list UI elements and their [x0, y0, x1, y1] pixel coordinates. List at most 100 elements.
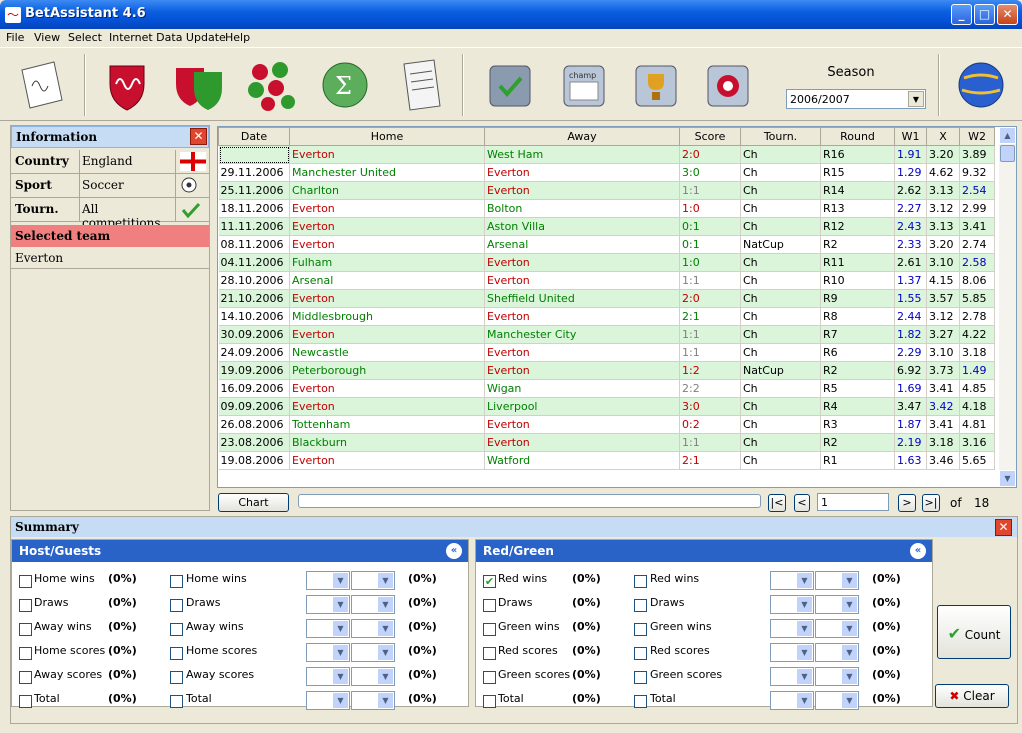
summary-checkbox[interactable]	[170, 623, 183, 636]
summary-checkbox[interactable]	[634, 599, 647, 612]
chevron-down-icon[interactable]: ▼	[333, 573, 348, 588]
summary-combo[interactable]: ▼	[306, 571, 350, 590]
summary-checkbox[interactable]	[170, 599, 183, 612]
chevron-down-icon[interactable]: ▼	[378, 573, 393, 588]
chevron-down-icon[interactable]: ▼	[378, 693, 393, 708]
red-green-shield-icon[interactable]	[170, 56, 228, 114]
column-header[interactable]: Tourn.	[740, 127, 821, 146]
prev-page-button[interactable]: <	[794, 494, 810, 512]
table-row[interactable]: 28.10.2006 Arsenal Everton 1:1 Ch R10 1.37 4.15…	[218, 271, 995, 290]
vertical-scrollbar[interactable]: ▲ ▼	[999, 127, 1016, 487]
summary-combo[interactable]: ▼	[770, 595, 814, 614]
table-row[interactable]: 24.09.2006 Newcastle Everton 1:1 Ch R6 2.29 3.1…	[218, 343, 995, 362]
summary-checkbox[interactable]	[634, 575, 647, 588]
chevron-down-icon[interactable]: ▼	[378, 621, 393, 636]
season-dropdown[interactable]: 2006/2007 ▼	[786, 89, 926, 109]
report-icon[interactable]	[394, 56, 452, 114]
chevron-down-icon[interactable]: ▼	[333, 645, 348, 660]
collapse-icon[interactable]: «	[446, 543, 462, 559]
table-row[interactable]: 25.11.2006 Charlton Everton 1:1 Ch R14 2.62 3.1…	[218, 181, 995, 200]
column-header[interactable]: Score	[679, 127, 741, 146]
table-row[interactable]: 09.09.2006 Everton Liverpool 3:0 Ch R4 3.47 3.4…	[218, 397, 995, 416]
chart-button[interactable]: Chart	[218, 493, 289, 512]
summary-combo[interactable]: ▼	[351, 571, 395, 590]
table-row[interactable]: 26.08.2006 Tottenham Everton 0:2 Ch R3 1.87 3.4…	[218, 415, 995, 434]
chevron-down-icon[interactable]: ▼	[333, 597, 348, 612]
summary-combo[interactable]: ▼	[306, 691, 350, 710]
red-shield-icon[interactable]	[98, 56, 156, 114]
clear-button[interactable]: ✖ Clear	[935, 684, 1009, 708]
close-button[interactable]: ✕	[997, 4, 1018, 25]
chevron-down-icon[interactable]: ▼	[333, 693, 348, 708]
summary-checkbox[interactable]	[19, 647, 32, 660]
table-row[interactable]: 08.11.2006 Everton Arsenal 0:1 NatCup R2 2.33 3…	[218, 235, 995, 254]
check-icon[interactable]	[482, 56, 540, 114]
chevron-down-icon[interactable]: ▼	[797, 669, 812, 684]
summary-checkbox[interactable]	[170, 671, 183, 684]
summary-combo[interactable]: ▼	[770, 691, 814, 710]
chevron-down-icon[interactable]: ▼	[908, 91, 924, 107]
country-value[interactable]: England	[79, 150, 175, 173]
count-button[interactable]: ✔ Count	[937, 605, 1011, 659]
summary-checkbox[interactable]: ✔	[483, 575, 496, 588]
summary-combo[interactable]: ▼	[770, 667, 814, 686]
chevron-down-icon[interactable]: ▼	[797, 693, 812, 708]
summary-combo[interactable]: ▼	[306, 643, 350, 662]
chevron-down-icon[interactable]: ▼	[842, 693, 857, 708]
champ-icon[interactable]: champ	[556, 56, 614, 114]
summary-combo[interactable]: ▼	[815, 667, 859, 686]
summary-checkbox[interactable]	[634, 671, 647, 684]
summary-checkbox[interactable]	[170, 575, 183, 588]
note-icon[interactable]	[12, 56, 70, 114]
sum-icon[interactable]: Σ	[316, 56, 374, 114]
chevron-down-icon[interactable]: ▼	[842, 669, 857, 684]
chevron-down-icon[interactable]: ▼	[378, 597, 393, 612]
chevron-down-icon[interactable]: ▼	[842, 597, 857, 612]
summary-combo[interactable]: ▼	[770, 571, 814, 590]
summary-combo[interactable]: ▼	[815, 691, 859, 710]
sport-value[interactable]: Soccer	[79, 174, 175, 197]
page-input[interactable]: 1	[817, 493, 889, 511]
summary-combo[interactable]: ▼	[770, 643, 814, 662]
summary-checkbox[interactable]	[19, 695, 32, 708]
summary-combo[interactable]: ▼	[815, 643, 859, 662]
summary-checkbox[interactable]	[483, 647, 496, 660]
summary-checkbox[interactable]	[483, 599, 496, 612]
chevron-down-icon[interactable]: ▼	[378, 669, 393, 684]
summary-checkbox[interactable]	[19, 623, 32, 636]
column-header[interactable]: X	[926, 127, 960, 146]
summary-checkbox[interactable]	[483, 623, 496, 636]
table-row[interactable]: Everton West Ham 2:0 Ch R16 1.91 3.20 3.89	[218, 145, 995, 164]
table-row[interactable]: 29.11.2006 Manchester United Everton 3:0 Ch R…	[218, 163, 995, 182]
chevron-down-icon[interactable]: ▼	[797, 597, 812, 612]
summary-combo[interactable]: ▼	[351, 595, 395, 614]
chevron-down-icon[interactable]: ▼	[333, 669, 348, 684]
column-header[interactable]: Date	[218, 127, 290, 146]
chevron-down-icon[interactable]: ▼	[842, 645, 857, 660]
minimize-button[interactable]: _	[951, 4, 972, 25]
summary-checkbox[interactable]	[634, 623, 647, 636]
chevron-down-icon[interactable]: ▼	[378, 645, 393, 660]
summary-combo[interactable]: ▼	[351, 643, 395, 662]
chevron-down-icon[interactable]: ▼	[797, 645, 812, 660]
menu-help[interactable]: Help	[225, 31, 250, 44]
cup-icon[interactable]	[628, 56, 686, 114]
summary-combo[interactable]: ▼	[306, 595, 350, 614]
table-row[interactable]: 18.11.2006 Everton Bolton 1:0 Ch R13 2.27 3.12 2…	[218, 199, 995, 218]
next-page-button[interactable]: >	[898, 494, 916, 512]
close-icon[interactable]: ✕	[995, 519, 1012, 536]
column-header[interactable]: W2	[959, 127, 995, 146]
chevron-down-icon[interactable]: ▼	[842, 621, 857, 636]
summary-checkbox[interactable]	[634, 695, 647, 708]
summary-combo[interactable]: ▼	[306, 667, 350, 686]
table-row[interactable]: 23.08.2006 Blackburn Everton 1:1 Ch R2 2.19 3.1…	[218, 433, 995, 452]
scroll-thumb[interactable]	[1000, 145, 1015, 162]
column-header[interactable]: Home	[289, 127, 485, 146]
collapse-icon[interactable]: «	[910, 543, 926, 559]
table-row[interactable]: 14.10.2006 Middlesbrough Everton 2:1 Ch R8 2.4…	[218, 307, 995, 326]
summary-combo[interactable]: ▼	[815, 619, 859, 638]
column-header[interactable]: Away	[484, 127, 680, 146]
maximize-button[interactable]: □	[974, 4, 995, 25]
summary-checkbox[interactable]	[483, 671, 496, 684]
multi-shield-icon[interactable]	[244, 56, 302, 114]
